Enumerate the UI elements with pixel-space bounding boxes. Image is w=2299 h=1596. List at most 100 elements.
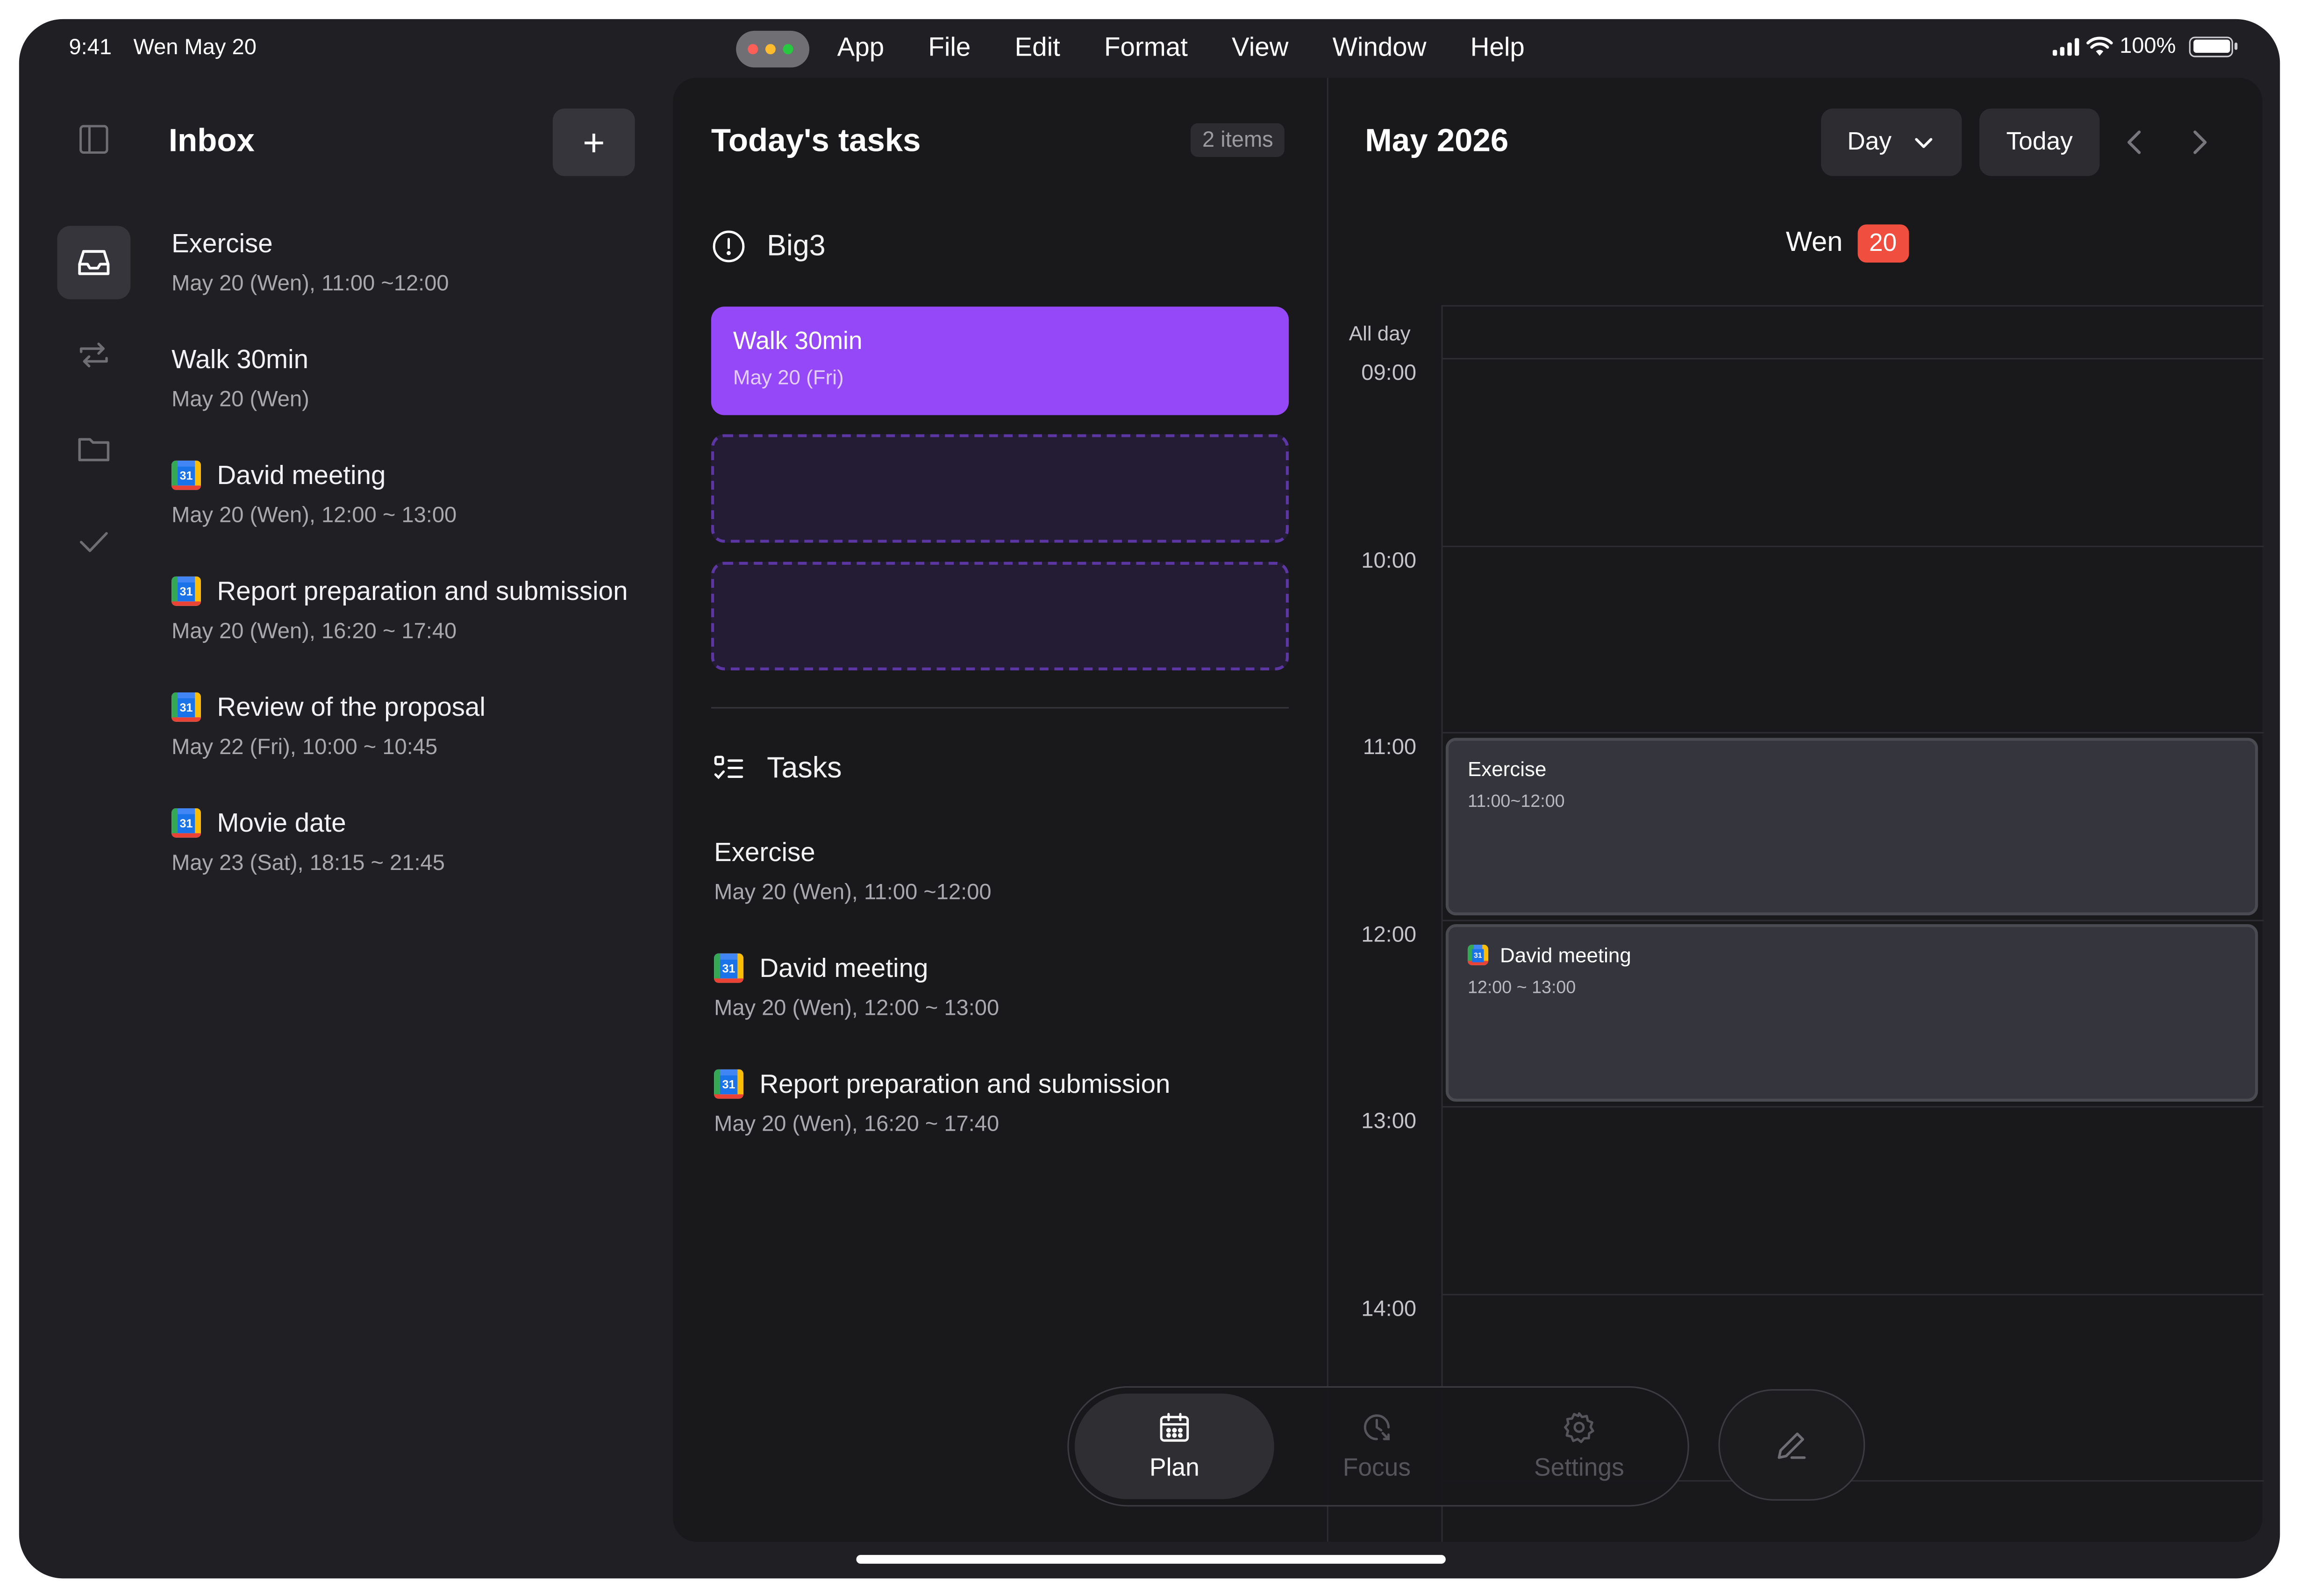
status-date: Wen May 20: [133, 35, 257, 60]
inbox-item[interactable]: Exercise May 20 (Wen), 11:00 ~12:00: [171, 226, 670, 342]
tasks-header: Tasks: [711, 751, 842, 786]
todays-tasks-title: Today's tasks: [711, 121, 921, 159]
big3-card-subtitle: May 20 (Fri): [733, 365, 844, 389]
app-window: 9:41 Wen May 20 App File Edit Format Vie…: [19, 19, 2280, 1579]
add-button[interactable]: +: [552, 108, 635, 176]
view-select[interactable]: Day: [1821, 108, 1962, 176]
task-item[interactable]: 31 Report preparation and submission May …: [714, 1067, 1300, 1183]
big3-task-card[interactable]: Walk 30min May 20 (Fri): [711, 306, 1289, 415]
inbox-item-title: Movie date: [217, 807, 346, 837]
google-calendar-icon: 31: [714, 1069, 743, 1099]
inbox-item-subtitle: May 20 (Wen), 12:00 ~ 13:00: [171, 503, 457, 528]
tasks-label: Tasks: [767, 752, 842, 784]
calendar-month-title: May 2026: [1365, 121, 1509, 159]
todays-tasks-panel: Today's tasks 2 items Big3 Walk 30min Ma…: [673, 78, 1327, 1542]
gear-icon: [1564, 1412, 1594, 1443]
menu-app[interactable]: App: [837, 32, 885, 63]
minimize-dot-icon[interactable]: [765, 44, 776, 55]
event-time: 11:00~12:00: [1467, 791, 1565, 812]
calendar-event[interactable]: Exercise 11:00~12:00: [1445, 738, 2258, 916]
event-title: Exercise: [1467, 757, 1547, 781]
menu-edit[interactable]: Edit: [1015, 32, 1060, 63]
sidebar-toggle-icon[interactable]: [57, 103, 130, 176]
compose-button[interactable]: [1718, 1389, 1865, 1501]
menu-view[interactable]: View: [1232, 32, 1288, 63]
inbox-item-subtitle: May 22 (Fri), 10:00 ~ 10:45: [171, 734, 438, 760]
task-item[interactable]: 31 David meeting May 20 (Wen), 12:00 ~ 13…: [714, 951, 1300, 1067]
tab-plan[interactable]: Plan: [1075, 1393, 1274, 1499]
task-item-subtitle: May 20 (Wen), 16:20 ~ 17:40: [714, 1112, 1000, 1137]
all-day-divider: [1441, 358, 2264, 360]
task-item-title: David meeting: [759, 953, 928, 983]
chevron-right-icon[interactable]: [2185, 128, 2214, 157]
today-button[interactable]: Today: [1979, 108, 2100, 176]
task-item-subtitle: May 20 (Wen), 11:00 ~12:00: [714, 880, 992, 905]
big3-empty-slot[interactable]: [711, 562, 1289, 670]
big3-card-title: Walk 30min: [733, 327, 863, 355]
day-header: Wen 20: [1785, 224, 1909, 263]
task-item-title: Report preparation and submission: [759, 1069, 1171, 1098]
folder-icon[interactable]: [57, 412, 130, 485]
day-number-badge: 20: [1857, 224, 1909, 263]
window-controls[interactable]: [736, 30, 810, 68]
hour-line: [1441, 1106, 2264, 1108]
all-day-label: All day: [1349, 321, 1411, 345]
inbox-item[interactable]: 31 Movie date May 23 (Sat), 18:15 ~ 21:45: [171, 805, 670, 921]
close-dot-icon[interactable]: [748, 44, 758, 55]
items-count-badge: 2 items: [1190, 123, 1285, 157]
hour-line: [1441, 732, 2264, 734]
status-time: 9:41: [69, 35, 112, 60]
tab-settings[interactable]: Settings: [1479, 1394, 1679, 1499]
zoom-dot-icon[interactable]: [783, 44, 793, 55]
inbox-item[interactable]: Walk 30min May 20 (Wen): [171, 342, 670, 458]
google-calendar-icon: 31: [171, 460, 201, 490]
tab-focus-label: Focus: [1342, 1454, 1411, 1482]
inbox-icon[interactable]: [57, 226, 131, 299]
big3-header: Big3: [711, 229, 826, 264]
calendar-grid[interactable]: [1441, 305, 2264, 1542]
battery-percent: 100%: [2120, 34, 2176, 59]
inbox-item[interactable]: 31 Report preparation and submission May …: [171, 574, 670, 690]
inbox-title: Inbox: [168, 121, 255, 159]
big3-empty-slot[interactable]: [711, 434, 1289, 543]
task-item-subtitle: May 20 (Wen), 12:00 ~ 13:00: [714, 996, 1000, 1021]
inbox-item-title: Walk 30min: [171, 344, 309, 374]
hour-line: [1441, 1294, 2264, 1296]
alert-circle-icon: [713, 230, 745, 263]
calendar-event[interactable]: 31 David meeting 12:00 ~ 13:00: [1445, 924, 2258, 1102]
inbox-item-subtitle: May 20 (Wen), 11:00 ~12:00: [171, 271, 449, 297]
inbox-item[interactable]: 31 David meeting May 20 (Wen), 12:00 ~ 13…: [171, 458, 670, 574]
tab-plan-label: Plan: [1149, 1454, 1199, 1482]
calendar-icon: [1160, 1413, 1189, 1442]
inbox-item-subtitle: May 23 (Sat), 18:15 ~ 21:45: [171, 851, 445, 876]
divider: [711, 707, 1289, 709]
pencil-icon: [1778, 1432, 1806, 1459]
repeat-icon[interactable]: [57, 318, 130, 392]
task-item[interactable]: Exercise May 20 (Wen), 11:00 ~12:00: [714, 834, 1300, 950]
status-right: 100%: [2052, 34, 2238, 59]
big3-label: Big3: [767, 229, 826, 262]
menu-window[interactable]: Window: [1333, 32, 1427, 63]
inbox-item-subtitle: May 20 (Wen), 16:20 ~ 17:40: [171, 619, 457, 644]
tab-settings-label: Settings: [1534, 1454, 1624, 1482]
menu-file[interactable]: File: [928, 32, 971, 63]
chevron-left-icon[interactable]: [2120, 128, 2149, 157]
menu-bar: App File Edit Format View Window Help: [837, 32, 1569, 63]
day-name: Wen: [1785, 227, 1843, 258]
menu-format[interactable]: Format: [1104, 32, 1188, 63]
task-item-title: Exercise: [714, 837, 815, 866]
check-icon[interactable]: [57, 505, 130, 578]
hour-label: 13:00: [1361, 1109, 1417, 1134]
tab-focus[interactable]: Focus: [1277, 1394, 1477, 1499]
battery-icon: [2189, 36, 2238, 57]
bottom-tab-bar: Plan Focus Settings: [1067, 1386, 1689, 1507]
chevron-down-icon: [1915, 138, 1933, 148]
menu-help[interactable]: Help: [1471, 32, 1525, 63]
google-calendar-icon: 31: [714, 953, 743, 983]
view-select-value: Day: [1847, 128, 1892, 156]
event-title: David meeting: [1499, 943, 1631, 967]
inbox-item[interactable]: 31 Review of the proposal May 22 (Fri), 1…: [171, 690, 670, 805]
inbox-item-title: David meeting: [217, 460, 386, 490]
wifi-icon: [2085, 36, 2113, 55]
google-calendar-icon: 31: [171, 576, 201, 606]
